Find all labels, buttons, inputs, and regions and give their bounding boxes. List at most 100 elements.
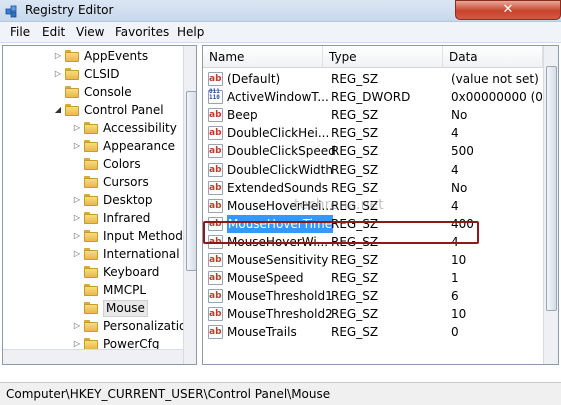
value-row[interactable]: MouseThreshold1REG_SZ 6 <box>203 287 543 305</box>
value-row[interactable]: (Default) REG_SZ (value not set) <box>203 70 543 88</box>
folder-icon <box>84 302 98 314</box>
value-data: 6 <box>451 289 459 304</box>
value-row[interactable]: MouseHoverWi...REG_SZ 4 <box>203 233 543 251</box>
values-scroll-thumb[interactable] <box>546 66 557 311</box>
expand-arrow-icon[interactable]: ▷ <box>72 119 82 137</box>
tree-item[interactable]: ▷ CLSID <box>3 65 181 83</box>
expand-arrow-icon[interactable]: ▷ <box>72 209 82 227</box>
tree-item[interactable]: Colors <box>3 155 181 173</box>
value-name: MouseHoverTime <box>227 214 334 233</box>
expand-arrow-icon[interactable]: ▷ <box>53 65 63 83</box>
expand-arrow-icon[interactable]: ▷ <box>72 191 82 209</box>
tree-item[interactable]: ▷ Desktop <box>3 191 181 209</box>
expand-arrow-icon[interactable]: ▷ <box>72 227 82 245</box>
folder-icon <box>65 68 79 80</box>
folder-icon <box>84 176 98 188</box>
values-vertical-scrollbar[interactable] <box>543 46 558 364</box>
value-data: 4 <box>451 198 459 213</box>
folder-icon <box>65 104 79 116</box>
tree-item[interactable]: Console <box>3 83 181 101</box>
menu-view[interactable]: View <box>76 25 104 39</box>
tree-item-label: Desktop <box>103 193 153 207</box>
value-type: REG_SZ <box>331 72 379 86</box>
tree-item[interactable]: ◢ Control Panel <box>3 101 181 119</box>
value-data: 10 <box>451 307 467 322</box>
tree-item-label: Accessibility <box>103 121 177 135</box>
tree-item[interactable]: ▷ Personalizatio <box>3 317 186 335</box>
tree-item-label: AppEvents <box>84 49 149 63</box>
value-row[interactable]: MouseThreshold2REG_SZ 10 <box>203 305 543 323</box>
expand-arrow-icon[interactable]: ▷ <box>72 317 82 335</box>
value-row[interactable]: DoubleClickSpeedREG_SZ 500 <box>203 142 543 160</box>
string-value-icon <box>208 124 223 142</box>
value-name: MouseSpeed <box>227 271 304 286</box>
value-row[interactable]: ActiveWindowT...REG_DWORD 0x00000000 (0) <box>203 88 548 106</box>
value-data: 4 <box>451 162 459 177</box>
value-row[interactable]: Beep REG_SZ No <box>203 106 543 124</box>
value-type: REG_SZ <box>331 234 379 249</box>
column-header-type[interactable]: Type <box>323 46 443 68</box>
string-value-icon <box>208 197 223 215</box>
string-value-icon <box>208 142 223 160</box>
string-value-icon <box>208 305 223 323</box>
value-name: MouseThreshold1 <box>227 289 333 304</box>
tree-item[interactable]: ▷ Accessibility <box>3 119 181 137</box>
tree-item-label: Keyboard <box>103 265 160 279</box>
tree-item[interactable]: ▷ Input Method <box>3 227 183 245</box>
tree-item[interactable]: Cursors <box>3 173 181 191</box>
value-row[interactable]: MouseSensitivityREG_SZ 10 <box>203 251 543 269</box>
expand-arrow-icon[interactable]: ▷ <box>72 137 82 155</box>
tree-item[interactable]: ▷ Appearance <box>3 137 181 155</box>
column-header-data[interactable]: Data <box>443 46 543 68</box>
tree-item[interactable]: ▷ AppEvents <box>3 47 181 65</box>
tree-vertical-scrollbar[interactable] <box>183 46 196 364</box>
folder-icon <box>84 158 98 170</box>
tree-horizontal-scrollbar[interactable] <box>3 349 183 364</box>
value-data: 4 <box>451 234 459 249</box>
value-row[interactable]: DoubleClickWidthREG_SZ 4 <box>203 161 543 179</box>
tree-item[interactable]: Mouse <box>3 299 181 317</box>
folder-icon <box>84 212 98 224</box>
tree-item-label: Console <box>84 85 132 99</box>
value-type: REG_SZ <box>331 289 379 304</box>
folder-icon <box>84 248 98 260</box>
value-name: DoubleClickSpeed <box>227 144 336 159</box>
close-button[interactable]: ✕ <box>455 0 561 20</box>
tree-item[interactable]: ▷ International <box>3 245 181 263</box>
value-row[interactable]: MouseTrails REG_SZ 0 <box>203 323 543 341</box>
value-row[interactable]: ExtendedSoundsREG_SZ No <box>203 179 543 197</box>
tree-scroll-thumb[interactable] <box>186 91 196 271</box>
value-type: REG_SZ <box>331 253 379 267</box>
registry-key-tree[interactable]: ▷ AppEvents ▷ CLSID Console ◢ Control Panel ▷ Ac… <box>2 45 197 365</box>
tree-item[interactable]: MMCPL <box>3 281 181 299</box>
menu-file[interactable]: File <box>10 25 30 39</box>
string-value-icon <box>208 251 223 269</box>
expand-arrow-icon[interactable]: ▷ <box>72 245 82 263</box>
tree-item[interactable]: ▷ Infrared <box>3 209 181 227</box>
value-row[interactable]: MouseSpeed REG_SZ 1 <box>203 269 543 287</box>
close-icon: ✕ <box>502 2 514 17</box>
folder-icon <box>84 320 98 332</box>
folder-icon <box>84 230 98 242</box>
string-value-icon <box>208 233 223 251</box>
value-type: REG_SZ <box>331 180 379 195</box>
menu-help[interactable]: Help <box>177 25 204 39</box>
string-value-icon <box>208 287 223 305</box>
value-row[interactable]: DoubleClickHei...REG_SZ 4 <box>203 124 543 142</box>
value-type: REG_SZ <box>331 307 379 322</box>
value-data: (value not set) <box>451 72 539 86</box>
value-data: 0x00000000 (0) <box>451 90 548 105</box>
folder-icon <box>65 50 79 62</box>
expand-arrow-icon[interactable]: ▷ <box>53 47 63 65</box>
menu-edit[interactable]: Edit <box>42 25 65 39</box>
tree-item-label: MMCPL <box>103 283 147 297</box>
folder-icon <box>65 86 79 98</box>
value-row[interactable]: MouseHoverTimeREG_SZ 400 <box>203 214 543 233</box>
tree-item-label: Personalizatio <box>103 319 187 333</box>
column-header-name[interactable]: Name <box>203 46 323 68</box>
menu-favorites[interactable]: Favorites <box>115 25 169 39</box>
collapse-arrow-icon[interactable]: ◢ <box>53 101 63 119</box>
folder-icon <box>84 284 98 296</box>
tree-item[interactable]: Keyboard <box>3 263 181 281</box>
status-path: Computer\HKEY_CURRENT_USER\Control Panel… <box>6 387 331 401</box>
